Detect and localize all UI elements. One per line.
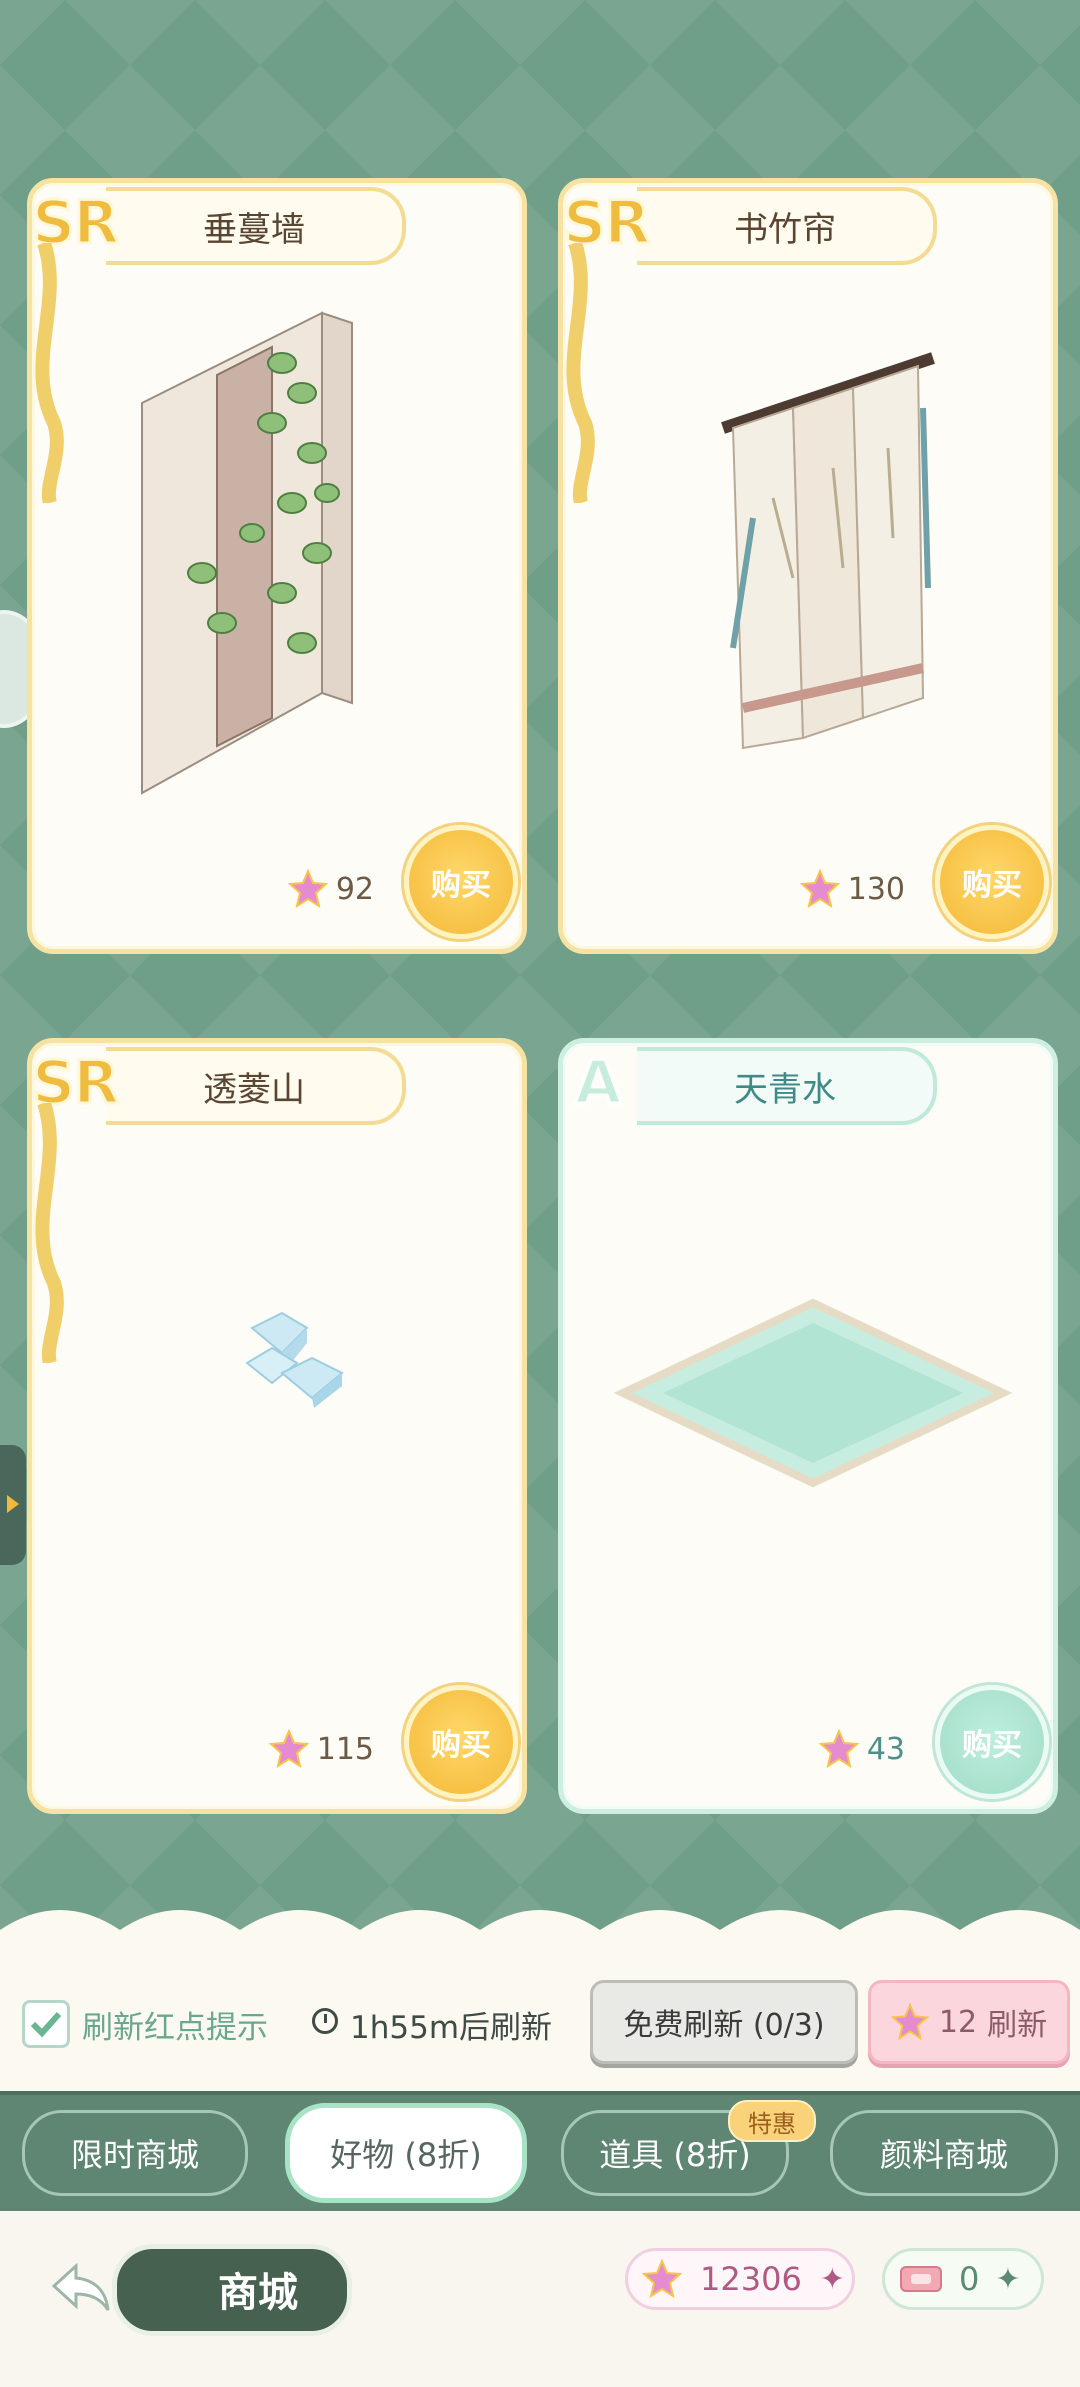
red-dot-tip-label: 刷新红点提示 [82, 2010, 268, 2046]
item-card-vine-wall[interactable]: 垂蔓墙 SR 92 购买 [27, 178, 527, 954]
vine-wall-icon [141, 311, 353, 795]
ticket-currency-value: 0 [959, 2260, 980, 2298]
shop-tab-bar: 限时商城 好物 (8折) 道具 (8折) 颜料商城 [0, 2091, 1080, 2215]
free-refresh-button[interactable]: 免费刷新 (0/3) [590, 1980, 858, 2064]
price: 43 [818, 1729, 905, 1769]
price: 92 [287, 869, 374, 909]
star-currency-icon [818, 1729, 859, 1769]
tab-dye-shop[interactable]: 颜料商城 [830, 2110, 1058, 2196]
paid-refresh-label: 刷新 [987, 2008, 1048, 2043]
crystal-rock-icon [245, 1311, 344, 1408]
tab-limited-shop[interactable]: 限时商城 [22, 2110, 248, 2196]
item-card-bamboo-curtain[interactable]: 书竹帘 SR 130 购买 [558, 178, 1058, 954]
price-value: 92 [335, 871, 374, 907]
price-value: 130 [847, 871, 905, 907]
star-currency-icon [799, 869, 840, 909]
rarity-badge: A [573, 1047, 622, 1120]
ribbon-decoration-icon [566, 243, 595, 503]
page-title: 商城 [218, 2270, 298, 2316]
star-currency-display[interactable]: 12306 ✦ [625, 2248, 855, 2310]
price-value: 115 [316, 1731, 374, 1767]
side-drawer-handle[interactable] [0, 1445, 26, 1565]
star-currency-icon [287, 869, 328, 909]
star-currency-value: 12306 [700, 2260, 802, 2298]
item-name: 天青水 [637, 1047, 937, 1125]
clock-icon [312, 2008, 338, 2034]
tab-goods[interactable]: 好物 (8折) [285, 2103, 527, 2203]
ribbon-decoration-icon [35, 243, 64, 503]
add-ticket-icon[interactable]: ✦ [995, 2262, 1020, 2297]
star-currency-icon [642, 2259, 682, 2299]
ribbon-decoration-icon [35, 1103, 64, 1363]
star-currency-icon [268, 1729, 309, 1769]
buy-button[interactable]: 购买 [404, 825, 518, 939]
buy-button[interactable]: 购买 [404, 1685, 518, 1799]
water-tile-icon [613, 1298, 1013, 1488]
ticket-icon [900, 2266, 942, 2292]
paid-refresh-cost: 12 [938, 2004, 978, 2040]
item-name: 书竹帘 [637, 187, 937, 265]
price: 115 [268, 1729, 374, 1769]
back-arrow-icon[interactable] [46, 2252, 116, 2322]
paid-refresh-button[interactable]: 12 刷新 [868, 1980, 1070, 2064]
item-name: 垂蔓墙 [106, 187, 406, 265]
item-card-crystal-rock[interactable]: 透菱山 SR 115 购买 [27, 1038, 527, 1814]
star-currency-icon [890, 2003, 929, 2041]
buy-button[interactable]: 购买 [935, 1685, 1049, 1799]
buy-button[interactable]: 购买 [935, 825, 1049, 939]
price-value: 43 [866, 1731, 905, 1767]
bamboo-curtain-icon [721, 352, 935, 750]
refresh-timer: 1h55m后刷新 [350, 2010, 553, 2046]
checkmark-icon [30, 2011, 62, 2038]
special-offer-badge: 特惠 [728, 2100, 816, 2142]
add-star-icon[interactable]: ✦ [820, 2262, 845, 2297]
price: 130 [799, 869, 905, 909]
red-dot-tip-checkbox[interactable] [22, 2000, 70, 2048]
item-card-water-tile[interactable]: 天青水 A 43 购买 [558, 1038, 1058, 1814]
item-name: 透菱山 [106, 1047, 406, 1125]
ticket-currency-display[interactable]: 0 ✦ [882, 2248, 1044, 2310]
